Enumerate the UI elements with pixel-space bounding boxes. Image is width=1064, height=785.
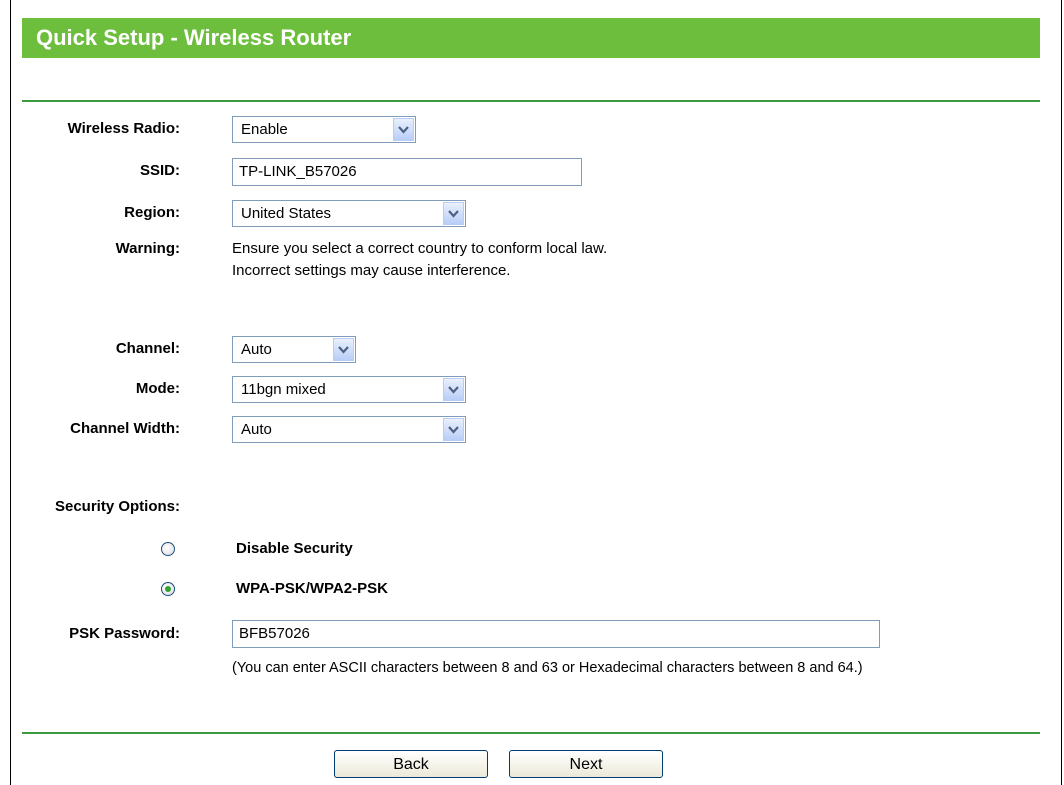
bottom-divider [22, 732, 1040, 734]
chevron-down-icon[interactable] [443, 202, 464, 225]
channel-label: Channel: [115, 340, 180, 357]
psk-password-input[interactable]: BFB57026 [232, 620, 880, 648]
warning-line-2: Incorrect settings may cause interferenc… [232, 262, 511, 279]
mode-select[interactable]: 11bgn mixed [232, 376, 466, 403]
radio-selected-dot [165, 586, 171, 592]
top-divider [22, 100, 1040, 102]
chevron-down-icon[interactable] [393, 118, 414, 141]
psk-password-label: PSK Password: [69, 625, 180, 642]
mode-label: Mode: [135, 380, 180, 397]
wireless-radio-select[interactable]: Enable [232, 116, 416, 143]
mode-value: 11bgn mixed [241, 381, 326, 398]
chevron-down-icon[interactable] [333, 338, 354, 361]
chevron-down-icon[interactable] [443, 418, 464, 441]
disable-security-label: Disable Security [236, 540, 353, 557]
channel-width-value: Auto [241, 421, 272, 438]
wireless-radio-label: Wireless Radio: [67, 120, 180, 137]
psk-hint: (You can enter ASCII characters between … [232, 660, 863, 676]
warning-line-1: Ensure you select a correct country to c… [232, 240, 608, 257]
radio-icon-disable-security[interactable] [161, 542, 175, 556]
back-button[interactable]: Back [334, 750, 488, 778]
ssid-label: SSID: [139, 162, 180, 179]
region-value: United States [241, 205, 332, 222]
region-label: Region: [124, 204, 180, 221]
region-select[interactable]: United States [232, 200, 466, 227]
chevron-down-icon[interactable] [443, 378, 464, 401]
channel-width-label: Channel Width: [70, 420, 180, 437]
channel-value: Auto [241, 341, 272, 358]
wpa-psk-label: WPA-PSK/WPA2-PSK [236, 580, 388, 597]
ssid-input[interactable]: TP-LINK_B57026 [232, 158, 582, 186]
wireless-radio-value: Enable [241, 121, 288, 138]
radio-icon-wpa-psk[interactable] [161, 582, 175, 596]
security-options-label: Security Options: [54, 498, 180, 515]
channel-select[interactable]: Auto [232, 336, 356, 363]
channel-width-select[interactable]: Auto [232, 416, 466, 443]
warning-label: Warning: [115, 240, 180, 257]
page-title: Quick Setup - Wireless Router [22, 18, 1040, 58]
next-button[interactable]: Next [509, 750, 663, 778]
